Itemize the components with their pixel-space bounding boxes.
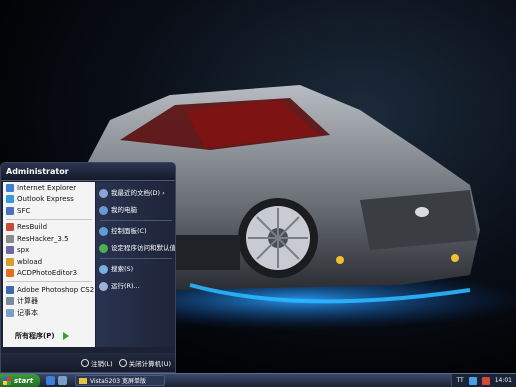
windows-flag-icon — [3, 376, 11, 385]
system-places-list: 我最近的文档(D) › 我的电脑控制面板(C) 设定程序访问和默认值 搜索(S) 运行(R… — [96, 182, 176, 293]
menu-item-label: 控制面板(C) — [111, 227, 147, 235]
menu-item-label: 记事本 — [17, 308, 38, 317]
system-place-item[interactable]: 设定程序访问和默认值 — [96, 241, 176, 255]
start-menu-footer: 注销(L) 关闭计算机(U) — [1, 353, 175, 372]
menu-item-label: 设定程序访问和默认值 — [111, 244, 176, 252]
clock[interactable]: 14:01 — [495, 377, 512, 384]
input-method-indicator[interactable]: TT — [456, 377, 463, 384]
system-tray: TT 14:01 — [451, 373, 516, 387]
notepad-icon — [6, 308, 14, 317]
menu-item-label: 搜索(S) — [111, 265, 134, 273]
menu-item-label: Internet Explorer — [17, 183, 77, 192]
start-menu-item[interactable]: Outlook Express — [3, 194, 95, 206]
menu-item-label: 我的电脑 — [111, 206, 137, 214]
wbload-icon — [6, 257, 14, 266]
menu-item-label: wbload — [17, 257, 43, 266]
all-programs-button[interactable]: 所有程序(P) — [3, 325, 95, 347]
recent-programs-list: ResBuild ResHacker_3.5spx wbload ACDPhotoEd… — [3, 222, 95, 280]
show-desktop-icon[interactable] — [58, 376, 67, 385]
recent-programs-list-2: Adobe Photoshop CS2 计算器记事本 — [3, 284, 95, 319]
user-name: Administrator — [6, 167, 69, 176]
menu-item-label: 运行(R)... — [111, 282, 140, 290]
menu-item-label: ACDPhotoEditor3 — [17, 269, 78, 278]
task-label: Vista5203 宽屏单版 — [90, 378, 146, 385]
start-menu-item[interactable]: ResHacker_3.5 — [3, 233, 95, 245]
system-place-item[interactable]: 运行(R)... — [96, 279, 175, 293]
pinned-programs-list: Internet Explorer Outlook Express SFC — [3, 182, 95, 217]
start-menu-item[interactable]: wbload — [3, 256, 95, 268]
menu-item-label: Adobe Photoshop CS2 — [17, 285, 95, 294]
shutdown-label: 关闭计算机(U) — [128, 359, 171, 368]
start-menu: Administrator Internet Explorer Outlook E… — [0, 162, 176, 373]
system-place-item[interactable]: 搜索(S) — [96, 262, 175, 276]
start-menu-item[interactable]: Internet Explorer — [3, 182, 95, 194]
run-icon — [99, 281, 108, 291]
menu-item-label: SFC — [17, 206, 31, 215]
start-menu-left-pane: Internet Explorer Outlook Express SFC ResB… — [3, 182, 95, 347]
menu-item-label: 计算器 — [17, 297, 38, 306]
sfc-icon — [6, 206, 14, 215]
start-button[interactable]: start — [0, 373, 40, 387]
menu-item-label: ResBuild — [17, 223, 48, 232]
control-panel-icon — [99, 226, 108, 236]
spx-icon — [6, 246, 14, 255]
taskbar-window-button[interactable]: Vista5203 宽屏单版 — [75, 375, 165, 386]
program-defaults-icon — [99, 243, 108, 253]
power-icon — [118, 358, 127, 367]
shutdown-button[interactable]: 关闭计算机(U) — [118, 358, 171, 368]
reshacker-icon — [6, 234, 14, 243]
start-menu-item[interactable]: ACDPhotoEditor3 — [3, 268, 95, 280]
acd-icon — [6, 269, 14, 278]
key-icon — [80, 358, 89, 367]
start-menu-item[interactable]: Adobe Photoshop CS2 — [3, 284, 95, 296]
separator — [6, 281, 92, 282]
system-place-item[interactable]: 我的电脑 — [96, 203, 175, 217]
start-menu-right-pane: 我最近的文档(D) › 我的电脑控制面板(C) 设定程序访问和默认值 搜索(S) 运行(R… — [96, 182, 176, 347]
recent-docs-icon — [99, 188, 108, 198]
ie-quicklaunch-icon[interactable] — [46, 376, 55, 385]
security-icon[interactable] — [481, 376, 490, 385]
menu-item-label: 我最近的文档(D) — [111, 189, 161, 197]
taskbar: start Vista5203 宽屏单版 TT 14:01 — [0, 373, 516, 387]
calculator-icon — [6, 297, 14, 306]
outlook-icon — [6, 195, 14, 204]
user-name-header: Administrator — [1, 163, 175, 181]
separator — [6, 218, 92, 220]
start-menu-item[interactable]: SFC — [3, 205, 95, 217]
start-menu-item[interactable]: ResBuild — [3, 222, 95, 234]
menu-item-label: ResHacker_3.5 — [17, 234, 69, 243]
search-icon — [99, 264, 108, 274]
separator — [100, 258, 172, 259]
system-place-item[interactable]: 我最近的文档(D) › — [96, 186, 175, 200]
all-programs-label: 所有程序(P) — [15, 332, 55, 340]
start-menu-item[interactable]: spx — [3, 245, 95, 257]
start-menu-item[interactable]: 记事本 — [3, 307, 95, 319]
start-menu-item[interactable]: 计算器 — [3, 296, 95, 308]
folder-icon — [79, 377, 87, 384]
logoff-button[interactable]: 注销(L) — [80, 358, 113, 368]
menu-item-label: spx — [17, 246, 30, 255]
separator — [100, 220, 172, 221]
submenu-arrow-icon: › — [162, 189, 165, 197]
ie-icon — [6, 183, 14, 192]
photoshop-icon — [6, 285, 14, 294]
green-arrow-icon — [62, 332, 69, 340]
my-computer-icon — [99, 205, 108, 215]
resbuild-icon — [6, 223, 14, 232]
network-icon[interactable] — [468, 376, 477, 385]
menu-item-label: Outlook Express — [17, 195, 74, 204]
start-label: start — [14, 376, 34, 385]
logoff-label: 注销(L) — [90, 359, 113, 368]
system-place-item[interactable]: 控制面板(C) — [96, 224, 175, 238]
quick-launch — [46, 376, 67, 385]
